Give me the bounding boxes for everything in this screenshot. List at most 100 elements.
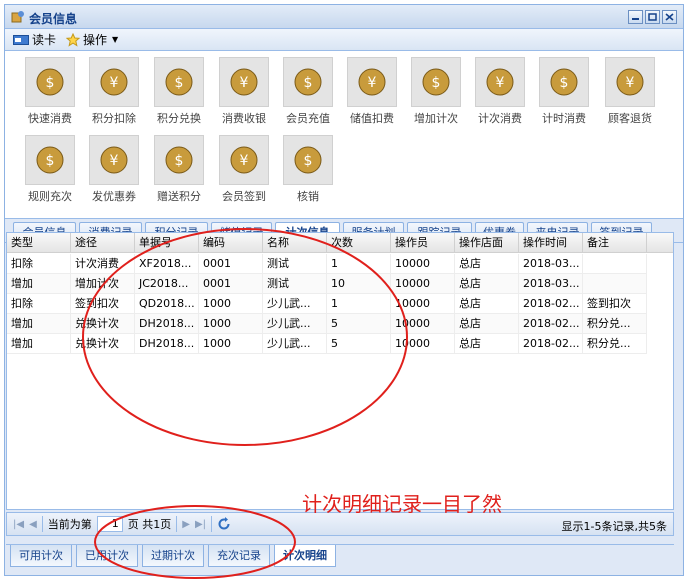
table-row[interactable]: 扣除 计次消费 XF2018... 0001 测试 1 10000 总店 2018-03... bbox=[7, 254, 647, 274]
svg-text:¥: ¥ bbox=[110, 75, 119, 91]
func-button-9[interactable]: ¥ 顾客退货 bbox=[599, 57, 661, 127]
func-button-11[interactable]: ¥ 发优惠券 bbox=[83, 135, 145, 205]
table-row[interactable]: 增加 兑换计次 DH2018... 1000 少儿武... 5 10000 总店 2018-02… bbox=[7, 314, 647, 334]
bottom-tab-1[interactable]: 已用计次 bbox=[76, 545, 138, 567]
column-header[interactable]: 单据号 bbox=[135, 233, 199, 253]
last-page-icon[interactable]: ▶| bbox=[195, 519, 206, 530]
func-button-13[interactable]: ¥ 会员签到 bbox=[213, 135, 275, 205]
table-cell: 总店 bbox=[455, 254, 519, 274]
func-button-label: 赠送积分 bbox=[157, 190, 201, 203]
money-bag-gift-icon: $ bbox=[154, 135, 204, 185]
table-cell: 测试 bbox=[263, 274, 327, 294]
svg-text:$: $ bbox=[432, 75, 441, 91]
func-button-3[interactable]: ¥ 消费收银 bbox=[213, 57, 275, 127]
column-header[interactable]: 操作店面 bbox=[455, 233, 519, 253]
func-button-12[interactable]: $ 赠送积分 bbox=[148, 135, 210, 205]
table-cell: 积分兑... bbox=[583, 314, 647, 334]
count-info-grid: 类型 途径 单据号 编码 名称 次数 操作员 操作店面 操作时间 备注 扣除 计次消费 XF2018.… bbox=[6, 232, 674, 510]
table-cell: 签到扣次 bbox=[583, 294, 647, 314]
func-button-4[interactable]: $ 会员充值 bbox=[277, 57, 339, 127]
func-button-2[interactable]: $ 积分兑换 bbox=[148, 57, 210, 127]
table-cell: 少儿武... bbox=[263, 334, 327, 354]
svg-text:$: $ bbox=[175, 75, 184, 91]
current-page-label: 当前为第 bbox=[47, 518, 92, 531]
column-header[interactable]: 途径 bbox=[71, 233, 135, 253]
column-header[interactable]: 操作员 bbox=[391, 233, 455, 253]
column-header[interactable]: 操作时间 bbox=[519, 233, 583, 253]
read-card-label: 读卡 bbox=[32, 33, 57, 47]
total-pages-label: 页 共1页 bbox=[127, 518, 172, 531]
table-cell: DH2018... bbox=[135, 334, 199, 354]
func-button-label: 核销 bbox=[297, 190, 319, 203]
svg-text:$: $ bbox=[304, 75, 313, 91]
svg-text:¥: ¥ bbox=[110, 153, 119, 169]
first-page-icon[interactable]: |◀ bbox=[13, 519, 24, 530]
column-header[interactable]: 备注 bbox=[583, 233, 647, 253]
table-cell: XF2018... bbox=[135, 254, 199, 274]
func-button-label: 计次消费 bbox=[478, 112, 522, 125]
column-header[interactable]: 编码 bbox=[199, 233, 263, 253]
table-cell: 1000 bbox=[199, 294, 263, 314]
bottom-tabs: 可用计次 已用计次 过期计次 充次记录 计次明细 bbox=[6, 544, 674, 568]
func-button-label: 积分兑换 bbox=[157, 112, 201, 125]
bottom-tab-3[interactable]: 充次记录 bbox=[208, 545, 270, 567]
operate-menu-button[interactable]: 操作 ▼ bbox=[66, 31, 118, 48]
table-cell: 签到扣次 bbox=[71, 294, 135, 314]
table-cell: 10000 bbox=[391, 274, 455, 294]
table-cell: 扣除 bbox=[7, 294, 71, 314]
column-header[interactable]: 类型 bbox=[7, 233, 71, 253]
table-row[interactable]: 扣除 签到扣次 QD2018... 1000 少儿武... 1 10000 总店 2018-02… bbox=[7, 294, 647, 314]
func-button-label: 增加计次 bbox=[414, 112, 458, 125]
star-icon bbox=[66, 32, 81, 47]
func-button-1[interactable]: ¥ 积分扣除 bbox=[83, 57, 145, 127]
card-reader-icon bbox=[13, 34, 29, 45]
barcode-icon: $ bbox=[283, 135, 333, 185]
func-button-8[interactable]: $ 计时消费 bbox=[533, 57, 595, 127]
table-cell: 0001 bbox=[199, 274, 263, 294]
page-number-input[interactable]: 1 bbox=[96, 516, 123, 532]
table-cell: 总店 bbox=[455, 334, 519, 354]
bottom-tab-4[interactable]: 计次明细 bbox=[274, 545, 336, 567]
table-cell: 1 bbox=[327, 254, 391, 274]
func-button-0[interactable]: $ 快速消费 bbox=[19, 57, 81, 127]
read-card-button[interactable]: 读卡 bbox=[13, 31, 56, 48]
bottom-tab-2[interactable]: 过期计次 bbox=[142, 545, 204, 567]
coupon-icon: ¥ bbox=[89, 135, 139, 185]
table-row[interactable]: 增加 兑换计次 DH2018... 1000 少儿武... 5 10000 总店 2018-02… bbox=[7, 334, 647, 354]
prev-page-icon[interactable]: ◀ bbox=[29, 519, 37, 530]
func-button-7[interactable]: ¥ 计次消费 bbox=[469, 57, 531, 127]
close-button[interactable] bbox=[662, 10, 677, 24]
table-cell: 计次消费 bbox=[71, 254, 135, 274]
table-cell: 2018-02... bbox=[519, 334, 583, 354]
user-return-icon: ¥ bbox=[605, 57, 655, 107]
bottom-tab-0[interactable]: 可用计次 bbox=[10, 545, 72, 567]
money-bag-coins-icon: $ bbox=[25, 57, 75, 107]
table-cell: 测试 bbox=[263, 254, 327, 274]
func-button-label: 积分扣除 bbox=[92, 112, 136, 125]
table-row[interactable]: 增加 增加计次 JC2018... 0001 测试 10 10000 总店 2018-03... bbox=[7, 274, 647, 294]
table-cell: 5 bbox=[327, 334, 391, 354]
svg-text:¥: ¥ bbox=[368, 75, 377, 91]
func-button-14[interactable]: $ 核销 bbox=[277, 135, 339, 205]
func-button-5[interactable]: ¥ 储值扣费 bbox=[341, 57, 403, 127]
table-cell: DH2018... bbox=[135, 314, 199, 334]
column-header[interactable]: 名称 bbox=[263, 233, 327, 253]
column-header[interactable]: 次数 bbox=[327, 233, 391, 253]
func-button-10[interactable]: $ 规则充次 bbox=[19, 135, 81, 205]
toolbar: 读卡 操作 ▼ bbox=[5, 29, 683, 51]
chevron-down-icon: ▼ bbox=[112, 35, 119, 44]
minimize-button[interactable] bbox=[628, 10, 643, 24]
clock-icon: $ bbox=[539, 57, 589, 107]
svg-text:$: $ bbox=[175, 153, 184, 169]
maximize-button[interactable] bbox=[645, 10, 660, 24]
next-page-icon[interactable]: ▶ bbox=[182, 519, 190, 530]
svg-text:¥: ¥ bbox=[240, 153, 249, 169]
table-cell: 增加计次 bbox=[71, 274, 135, 294]
table-cell: 10000 bbox=[391, 334, 455, 354]
close-icon bbox=[665, 13, 674, 21]
table-cell: 1 bbox=[327, 294, 391, 314]
func-button-6[interactable]: $ 增加计次 bbox=[405, 57, 467, 127]
refresh-icon[interactable] bbox=[217, 517, 231, 531]
table-cell: 10 bbox=[327, 274, 391, 294]
title-bar: 会员信息 bbox=[5, 5, 683, 29]
